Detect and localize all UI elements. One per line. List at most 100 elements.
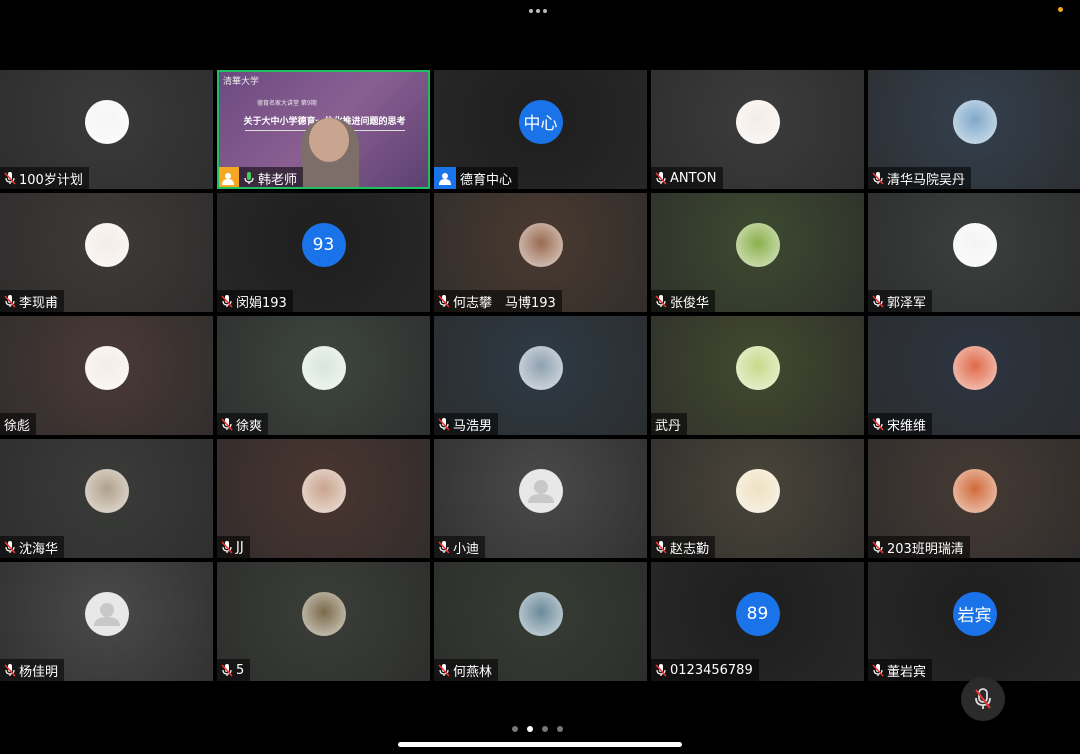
sketch-avatar <box>952 222 997 267</box>
participant-tile[interactable]: 5 <box>217 562 430 681</box>
participant-tile[interactable]: 徐爽 <box>217 316 430 435</box>
participant-tile[interactable]: 沈海华 <box>0 439 213 558</box>
home-indicator[interactable] <box>398 742 682 747</box>
participant-tile[interactable]: 郭泽军 <box>868 193 1080 312</box>
mic-muted-icon <box>4 540 16 554</box>
name-tag: 马浩男 <box>434 413 499 435</box>
avatar: 岩宾 <box>952 591 997 636</box>
mic-on-icon <box>243 171 255 185</box>
participant-name: 张俊华 <box>670 295 710 311</box>
name-tag: 何志攀 马博193 <box>434 290 562 312</box>
participant-tile[interactable]: 清華大学德育名家大讲堂 第9期关于大中小学德育一体化推进问题的思考韩老师 <box>217 70 430 189</box>
mic-muted-icon <box>438 294 450 308</box>
participant-name: 清华马院吴丹 <box>887 172 966 188</box>
name-tag: 德育中心 <box>434 167 519 189</box>
participant-name: 5 <box>236 662 245 678</box>
mic-muted-icon <box>655 540 667 554</box>
avatar: 89 <box>735 591 780 636</box>
logo-avatar <box>84 99 129 144</box>
name-tag: 宋维维 <box>868 413 933 435</box>
default-avatar-icon <box>84 591 129 636</box>
mic-muted-icon <box>221 417 233 431</box>
girl-avatar <box>301 345 346 390</box>
slide-logo: 清華大学 <box>223 77 260 87</box>
participant-tile[interactable]: 张俊华 <box>651 193 864 312</box>
participant-name: 100岁计划 <box>19 172 83 188</box>
participant-tile[interactable]: 何燕林 <box>434 562 647 681</box>
name-tag: 董岩宾 <box>868 659 933 681</box>
name-tag: 0123456789 <box>651 659 759 681</box>
participant-name: ANTON <box>670 170 717 186</box>
mic-muted-icon <box>655 663 667 677</box>
participant-name: 何志攀 马博193 <box>453 295 556 311</box>
name-tag: JJ <box>217 536 250 558</box>
host-icon <box>434 167 456 189</box>
participant-tile[interactable]: 赵志勤 <box>651 439 864 558</box>
name-tag: 张俊华 <box>651 290 716 312</box>
name-tag: 杨佳明 <box>0 659 65 681</box>
participant-tile[interactable]: 马浩男 <box>434 316 647 435</box>
mic-muted-icon <box>975 688 991 709</box>
page-dot[interactable] <box>557 726 563 732</box>
participant-tile[interactable]: 中心德育中心 <box>434 70 647 189</box>
mute-toggle-button[interactable] <box>961 677 1005 721</box>
cartoon-avatar <box>84 222 129 267</box>
fruit-avatar <box>735 222 780 267</box>
participant-tile[interactable]: 武丹 <box>651 316 864 435</box>
participant-grid: 100岁计划 清華大学德育名家大讲堂 第9期关于大中小学德育一体化推进问题的思考韩… <box>0 70 1080 684</box>
participant-tile[interactable]: 清华马院吴丹 <box>868 70 1080 189</box>
name-tag: 203班明瑞清 <box>868 536 970 558</box>
name-tag: 武丹 <box>651 413 688 435</box>
participant-tile[interactable]: ANTON <box>651 70 864 189</box>
participant-name: 杨佳明 <box>19 664 59 680</box>
participant-tile[interactable]: 岩宾董岩宾 <box>868 562 1080 681</box>
participant-tile[interactable]: 李现甫 <box>0 193 213 312</box>
photo-avatar <box>518 222 563 267</box>
name-tag: 郭泽军 <box>868 290 933 312</box>
participant-name: 德育中心 <box>460 172 513 188</box>
mic-muted-icon <box>438 417 450 431</box>
landscape-avatar <box>84 468 129 513</box>
participant-tile[interactable]: 100岁计划 <box>0 70 213 189</box>
participant-name: 何燕林 <box>453 664 493 680</box>
sunset-avatar <box>952 345 997 390</box>
name-tag: 李现甫 <box>0 290 65 312</box>
page-dot[interactable] <box>542 726 548 732</box>
name-tag: 闵娟193 <box>217 290 293 312</box>
participant-tile[interactable]: 何志攀 马博193 <box>434 193 647 312</box>
mic-muted-icon <box>4 171 16 185</box>
participant-name: JJ <box>236 539 244 555</box>
mic-muted-icon <box>872 417 884 431</box>
status-indicator <box>1058 7 1063 12</box>
participant-tile[interactable]: 小迪 <box>434 439 647 558</box>
participant-name: 马浩男 <box>453 418 493 434</box>
more-options-icon[interactable] <box>529 9 547 13</box>
dandelion-avatar <box>952 99 997 144</box>
name-tag: 100岁计划 <box>0 167 89 189</box>
name-tag: 清华马院吴丹 <box>868 167 972 189</box>
participant-tile[interactable]: 杨佳明 <box>0 562 213 681</box>
participant-name: 徐爽 <box>236 418 263 434</box>
name-tag: ANTON <box>651 167 723 189</box>
participant-tile[interactable]: JJ <box>217 439 430 558</box>
participant-name: 闵娟193 <box>236 295 287 311</box>
mic-muted-icon <box>221 294 233 308</box>
cat-avatar <box>518 345 563 390</box>
participant-name: 沈海华 <box>19 541 59 557</box>
participant-tile[interactable]: 宋维维 <box>868 316 1080 435</box>
page-dot[interactable] <box>512 726 518 732</box>
avatar: 中心 <box>518 99 563 144</box>
page-indicator[interactable] <box>512 726 563 732</box>
page-dot[interactable] <box>527 726 533 732</box>
name-tag: 赵志勤 <box>651 536 716 558</box>
mic-muted-icon <box>872 294 884 308</box>
participant-tile[interactable]: 徐彪 <box>0 316 213 435</box>
name-tag: 沈海华 <box>0 536 65 558</box>
default-avatar-icon <box>518 468 563 513</box>
mic-muted-icon <box>438 540 450 554</box>
participant-tile[interactable]: 89 0123456789 <box>651 562 864 681</box>
text-image-avatar <box>735 468 780 513</box>
participant-tile[interactable]: 203班明瑞清 <box>868 439 1080 558</box>
participant-tile[interactable]: 93 闵娟193 <box>217 193 430 312</box>
mic-muted-icon <box>655 294 667 308</box>
